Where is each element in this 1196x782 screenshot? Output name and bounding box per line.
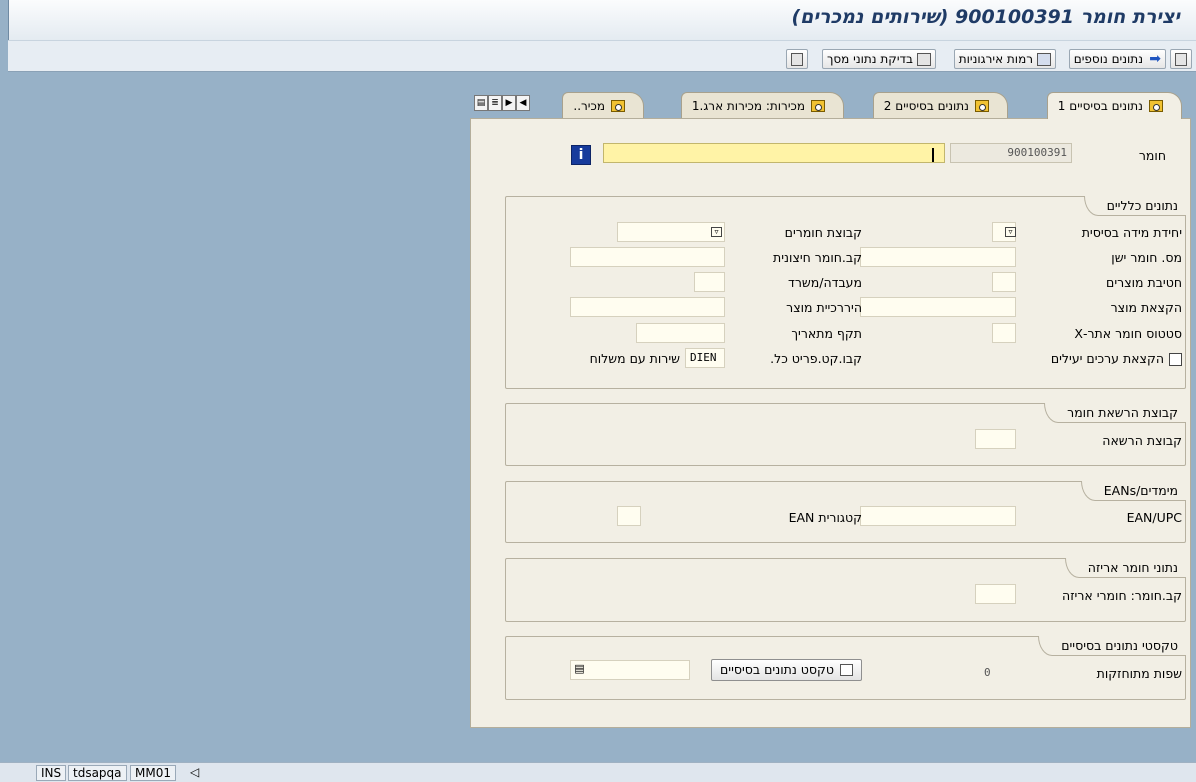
check-screen-data-button[interactable]: בדיקת נתוני מסך: [821, 49, 936, 69]
check-screen-data-label: בדיקת נתוני מסך: [826, 52, 913, 66]
dropdown-icon[interactable]: ▿: [1005, 227, 1016, 237]
org-levels-button[interactable]: רמות אירגוניות: [953, 49, 1056, 69]
assign-eff-values-label: הקצאת ערכים יעילים: [1050, 351, 1164, 366]
clipboard-icon[interactable]: ▤: [574, 663, 585, 675]
tab-status-icon: [811, 99, 825, 112]
tab-status-icon: [611, 99, 625, 112]
copy-view-icon: [1175, 52, 1187, 66]
basic-data-text-button[interactable]: טקסט נתונים בסיסיים: [711, 659, 862, 681]
pack-group-label: קב.חומר: חומרי אריזה: [1062, 588, 1182, 603]
insert-mode-indicator: INS: [36, 765, 67, 781]
tab-label: נתונים בסיסיים 2: [883, 98, 969, 113]
ean-upc-label: EAN/UPC: [1126, 510, 1182, 525]
tab-label: מכיר..: [573, 98, 605, 113]
ean-category-label: קטגורית EAN: [788, 510, 862, 525]
x-plant-status-label: סטטוס חומר אתר-X: [1074, 326, 1182, 341]
tab-overview-icon[interactable]: ▤: [474, 95, 488, 111]
group-title: נתוני חומר אריזה: [1064, 558, 1186, 578]
product-allocation-input[interactable]: [860, 297, 1016, 317]
product-hierarchy-input[interactable]: [570, 297, 725, 317]
tab-label: נתונים בסיסיים 1: [1057, 99, 1143, 113]
group-title: נתונים כלליים: [1083, 196, 1186, 216]
pack-group-input[interactable]: [975, 584, 1016, 604]
base-uom-label: יחידת מידה בסיסית: [1081, 225, 1182, 240]
text-cursor: [932, 148, 934, 162]
status-bar: INS tdsapqa MM01 ◁: [0, 762, 1196, 782]
language-selector-input[interactable]: [570, 660, 690, 680]
arrow-right-icon: ➡: [1149, 50, 1161, 67]
division-label: חטיבת מוצרים: [1106, 275, 1182, 290]
product-allocation-label: הקצאת מוצר: [1110, 300, 1182, 315]
collapse-status-icon[interactable]: ◁: [186, 765, 203, 781]
ext-material-group-input[interactable]: [570, 247, 725, 267]
tab-sales-more[interactable]: מכיר..: [562, 92, 644, 118]
basic-data-text-label: טקסט נתונים בסיסיים: [720, 662, 834, 677]
authorization-group: קבוצת הרשאת חומר: [505, 403, 1186, 466]
old-material-input[interactable]: [860, 247, 1016, 267]
ean-upc-input[interactable]: [860, 506, 1016, 526]
ean-category-input[interactable]: [617, 506, 641, 526]
valid-from-label: תקף מתאריך: [791, 326, 862, 341]
org-structure-icon: [1037, 52, 1051, 66]
gen-item-cat-description: שירות עם משלוח: [589, 351, 680, 366]
switch-view-button[interactable]: [1170, 49, 1192, 69]
lock-button[interactable]: [786, 49, 808, 69]
lock-icon: [791, 52, 803, 66]
gen-item-cat-label: קבו.קט.פריט כל.: [770, 351, 862, 366]
material-label: חומר: [1138, 148, 1166, 163]
ext-material-group-label: קב.חומר חיצונית: [773, 250, 862, 265]
lab-office-label: מעבדה/משרד: [788, 275, 862, 290]
server-name: tdsapqa: [68, 765, 127, 781]
product-hierarchy-label: היררכיית מוצר: [786, 300, 862, 315]
tab-sales-org-1[interactable]: מכירות: מכירות ארג.1: [680, 92, 844, 118]
tab-basic-data-2[interactable]: נתונים בסיסיים 2: [872, 92, 1008, 118]
material-description-input[interactable]: [603, 143, 945, 163]
material-group-input[interactable]: [617, 222, 725, 242]
org-levels-label: רמות אירגוניות: [958, 52, 1033, 66]
transaction-code-label: MM01: [135, 766, 171, 780]
material-group-label: קבוצת חומרים: [784, 225, 862, 240]
x-plant-status-input[interactable]: [992, 323, 1016, 343]
group-title: קבוצת הרשאת חומר: [1044, 403, 1186, 423]
auth-group-label: קבוצת הרשאה: [1102, 433, 1182, 448]
tab-scroll-right-button[interactable]: ▶: [502, 95, 516, 111]
additional-data-button[interactable]: ➡ נתונים נוספים: [1068, 49, 1166, 69]
tab-status-icon: [1149, 100, 1163, 112]
application-toolbar: ➡ נתונים נוספים רמות אירגוניות בדיקת נתו…: [8, 40, 1196, 72]
title-bar: יצירת חומר 900100391 (שירותים נמכרים): [8, 0, 1196, 40]
division-input[interactable]: [992, 272, 1016, 292]
valid-from-input[interactable]: [636, 323, 725, 343]
group-title: מימדים/EANs: [1080, 481, 1186, 501]
dropdown-icon[interactable]: ▿: [711, 227, 722, 237]
tab-basic-data-1[interactable]: נתונים בסיסיים 1: [1046, 92, 1182, 119]
check-icon: [917, 52, 931, 66]
old-material-label: מס. חומר ישן: [1111, 250, 1182, 265]
window-title: יצירת חומר 900100391 (שירותים נמכרים): [791, 6, 1180, 28]
auth-group-input[interactable]: [975, 429, 1016, 449]
lab-office-input[interactable]: [694, 272, 725, 292]
document-icon: [840, 664, 853, 676]
languages-count: 0: [984, 666, 991, 679]
languages-label: שפות מתוחזקות: [1096, 666, 1182, 681]
tab-list-icon[interactable]: ≣: [488, 95, 502, 111]
tab-status-icon: [975, 99, 989, 112]
tab-scroll-left-button[interactable]: ◀: [516, 95, 530, 111]
info-icon[interactable]: i: [571, 145, 591, 165]
gen-item-cat-input[interactable]: DIEN: [685, 348, 725, 368]
additional-data-label: נתונים נוספים: [1073, 52, 1143, 66]
group-title: טקסטי נתונים בסיסיים: [1038, 636, 1186, 656]
transaction-code[interactable]: MM01: [130, 765, 176, 781]
material-number-field: 900100391: [950, 143, 1072, 163]
tab-label: מכירות: מכירות ארג.1: [691, 98, 805, 113]
assign-eff-values-checkbox[interactable]: [1169, 353, 1182, 366]
